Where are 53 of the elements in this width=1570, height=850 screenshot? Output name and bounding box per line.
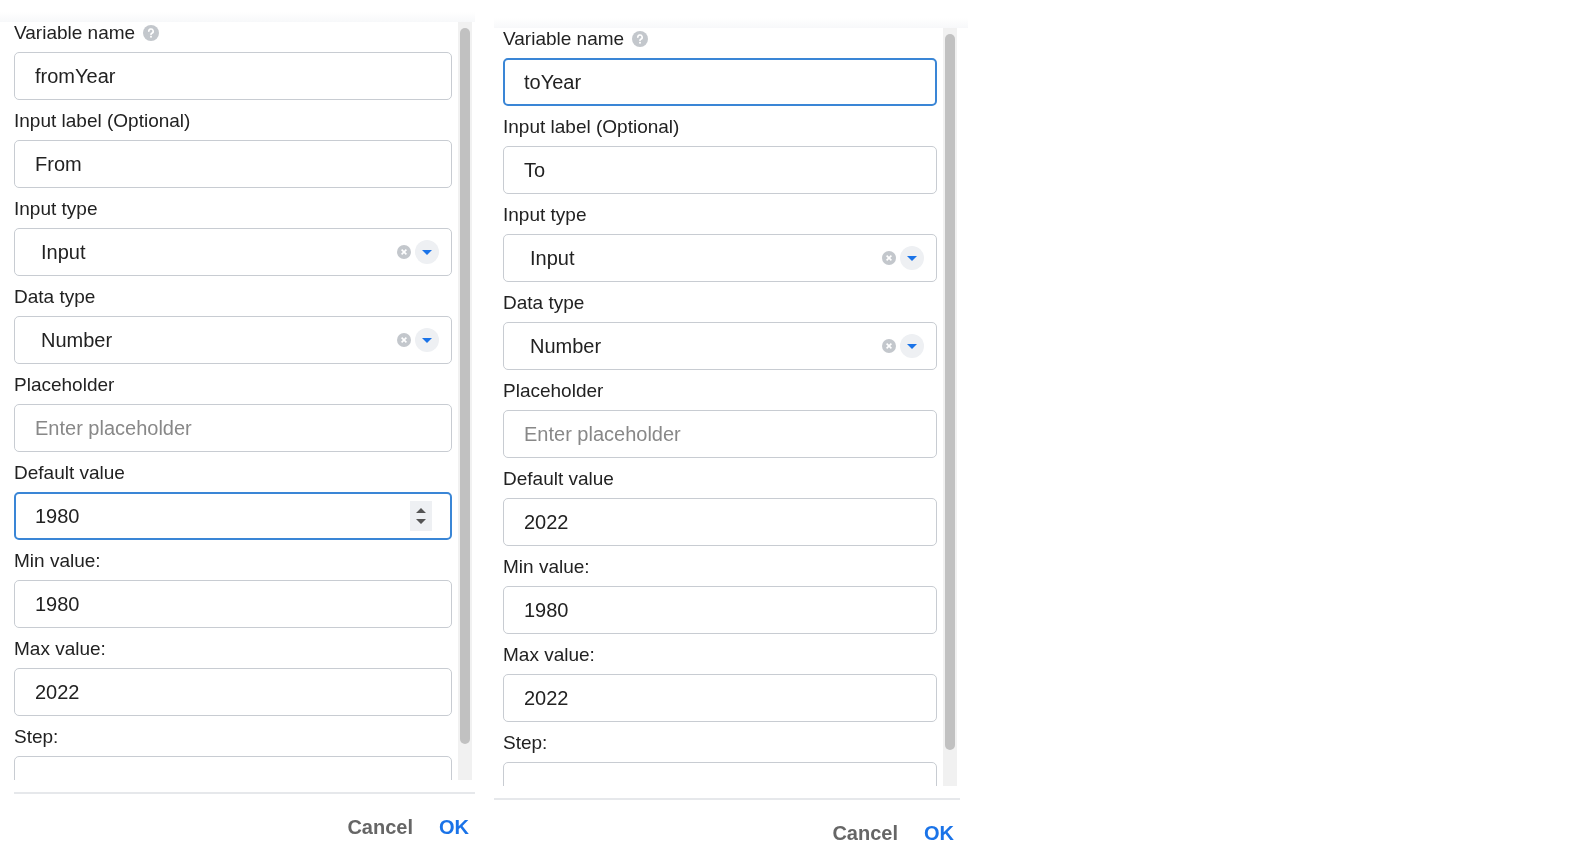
spinner-icon[interactable] — [410, 501, 432, 531]
number-field[interactable]: 2022 — [503, 498, 937, 546]
caret-icon[interactable] — [900, 246, 924, 270]
text-field[interactable]: From — [14, 140, 452, 188]
scrollbar-thumb[interactable] — [460, 28, 470, 744]
scrollbar[interactable] — [458, 22, 472, 780]
field-label: Max value: — [503, 644, 595, 666]
text-field[interactable]: Enter placeholder — [503, 410, 937, 458]
clear-icon[interactable] — [397, 245, 411, 259]
text-field[interactable]: 2022 — [503, 674, 937, 722]
field-label: Variable name — [14, 22, 136, 44]
number-field[interactable]: 1980 — [14, 492, 452, 540]
clear-icon[interactable] — [882, 251, 896, 265]
field-label: Min value: — [503, 556, 590, 578]
clear-icon[interactable] — [882, 339, 896, 353]
text-field[interactable]: 1980 — [14, 580, 452, 628]
ok-button[interactable]: OK — [924, 822, 954, 845]
text-field[interactable]: To — [503, 146, 937, 194]
field-label: Step: — [14, 726, 59, 748]
field-label: Default value — [14, 462, 125, 484]
field-label: Min value: — [14, 550, 101, 572]
field-label: Placeholder — [14, 374, 115, 396]
text-field[interactable]: 1980 — [503, 586, 937, 634]
text-field[interactable]: toYear — [503, 58, 937, 106]
dropdown[interactable]: Number — [503, 322, 937, 370]
field-label: Input type — [503, 204, 587, 226]
field-label: Input label (Optional) — [503, 116, 680, 138]
cancel-button[interactable]: Cancel — [832, 822, 898, 845]
field-label: Data type — [503, 292, 585, 314]
field-label: Max value: — [14, 638, 106, 660]
scrollbar[interactable] — [943, 28, 957, 786]
text-field[interactable]: 2022 — [14, 668, 452, 716]
text-field[interactable]: Enter placeholder — [14, 404, 452, 452]
caret-icon[interactable] — [900, 334, 924, 358]
dropdown[interactable]: Input — [503, 234, 937, 282]
scrollbar-thumb[interactable] — [945, 34, 955, 750]
field-label: Step: — [503, 732, 548, 754]
field-label: Default value — [503, 468, 614, 490]
field-label: Input type — [14, 198, 98, 220]
help-icon[interactable] — [632, 31, 649, 47]
caret-icon[interactable] — [415, 240, 439, 264]
caret-icon[interactable] — [415, 328, 439, 352]
dropdown[interactable]: Number — [14, 316, 452, 364]
field-label: Placeholder — [503, 380, 604, 402]
ok-button[interactable]: OK — [439, 816, 469, 839]
help-icon[interactable] — [143, 25, 160, 41]
field-label: Data type — [14, 286, 96, 308]
dropdown[interactable]: Input — [14, 228, 452, 276]
text-field[interactable]: fromYear — [14, 52, 452, 100]
cancel-button[interactable]: Cancel — [347, 816, 413, 839]
field-label: Variable name — [503, 28, 625, 50]
field-label: Input label (Optional) — [14, 110, 191, 132]
clear-icon[interactable] — [397, 333, 411, 347]
